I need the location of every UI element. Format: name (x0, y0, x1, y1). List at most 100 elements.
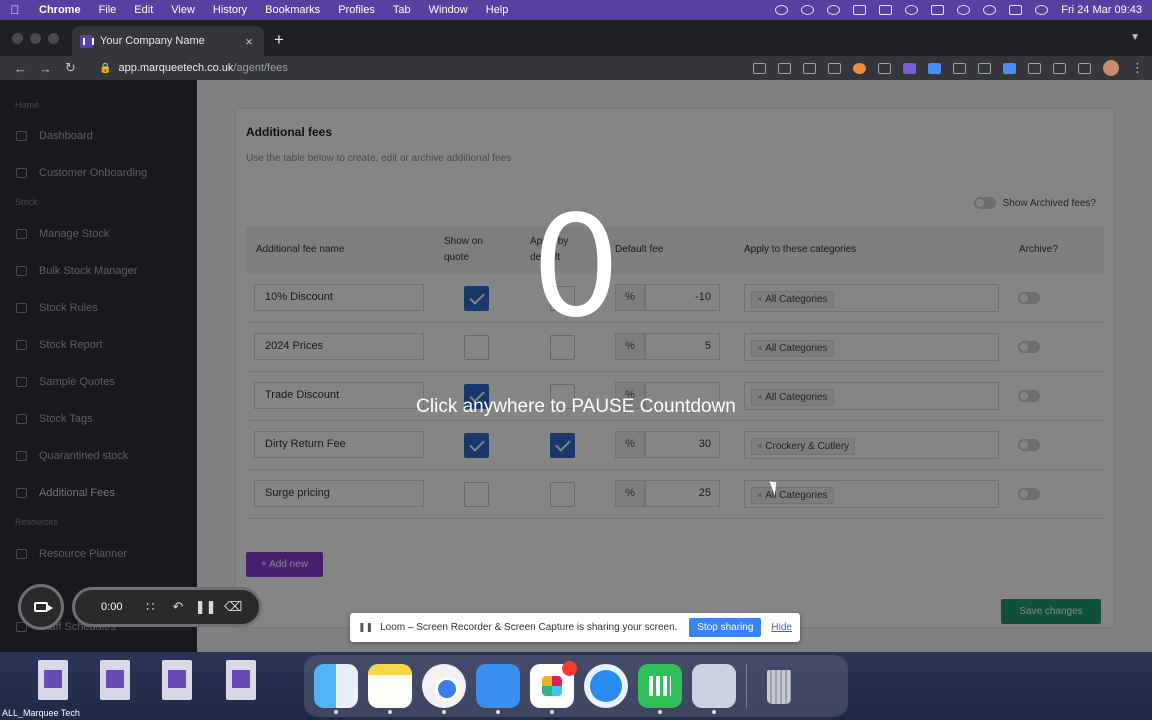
desktop-file-icon[interactable] (162, 660, 192, 700)
menu-window[interactable]: Window (420, 4, 477, 16)
back-button[interactable]: ← (8, 61, 33, 76)
hide-banner-link[interactable]: Hide (771, 622, 792, 633)
zip-extension-icon[interactable] (1003, 62, 1016, 74)
slack-icon[interactable] (530, 661, 577, 714)
stop-sharing-button[interactable]: Stop sharing (689, 618, 762, 637)
loom-control-bar: 0:00 ∷ ↶ ❚❚ ⌫ (72, 587, 262, 627)
zoom-window-button[interactable] (48, 33, 59, 44)
share-icon[interactable] (778, 62, 791, 74)
running-indicator (388, 710, 392, 714)
running-indicator (496, 710, 500, 714)
dock-separator (746, 664, 747, 708)
microphone-icon[interactable] (775, 5, 789, 15)
url-path: /agent/fees (233, 62, 288, 74)
window-controls (12, 33, 59, 44)
loom-camera-button[interactable] (18, 584, 64, 630)
menu-tab[interactable]: Tab (384, 4, 420, 16)
spotlight-search-icon[interactable] (983, 5, 997, 15)
docs-extension-icon[interactable] (928, 62, 941, 74)
extension-icon[interactable] (878, 62, 891, 74)
browser-toolbar: ← → ↻ 🔒 app.marqueetech.co.uk/agent/fees (0, 56, 1152, 80)
trash-icon[interactable]: ⌫ (219, 599, 247, 615)
video-camera-icon (34, 602, 53, 612)
status-icons: Fri 24 Mar 09:43 (775, 4, 1152, 16)
side-panel-icon[interactable] (1078, 62, 1091, 74)
numbers-icon[interactable] (638, 664, 682, 714)
wifi-icon[interactable] (957, 5, 971, 15)
apple-icon[interactable]:  (0, 3, 30, 17)
menu-bar:  Chrome File Edit View History Bookmark… (0, 0, 1152, 20)
keyboard-icon[interactable] (879, 5, 893, 15)
screenshot-extension-icon[interactable] (828, 62, 841, 74)
running-indicator (712, 710, 716, 714)
desktop-file-label: ALL_Marquee Tech (2, 708, 80, 718)
loom-extension-icon[interactable] (903, 62, 916, 74)
menu-edit[interactable]: Edit (125, 4, 162, 16)
bookmark-star-icon[interactable] (803, 62, 816, 74)
menu-help[interactable]: Help (477, 4, 518, 16)
safari-icon[interactable] (584, 664, 628, 708)
color-extension-icon[interactable] (853, 62, 866, 74)
page-viewport: Home Dashboard Customer Onboarding Stock… (0, 80, 1152, 652)
preview-icon[interactable] (692, 664, 736, 714)
battery-icon[interactable] (931, 5, 945, 15)
undo-icon[interactable]: ↶ (164, 599, 192, 615)
countdown-number: 0 (531, 186, 621, 349)
menu-file[interactable]: File (90, 4, 126, 16)
pause-countdown-message[interactable]: Click anywhere to PAUSE Countdown (326, 396, 826, 418)
tab-search-chevron-icon[interactable]: ▼ (1130, 32, 1140, 43)
chrome-icon[interactable] (422, 664, 466, 714)
siri-icon[interactable] (1035, 5, 1049, 15)
running-indicator (334, 710, 338, 714)
loom-status-icon[interactable] (801, 5, 815, 15)
finder-icon[interactable] (314, 664, 358, 714)
chrome-menu-icon[interactable]: ⋮ (1131, 60, 1144, 76)
url-host: app.marqueetech.co.uk (118, 62, 234, 74)
trash-bin-icon[interactable] (757, 664, 801, 708)
menu-bookmarks[interactable]: Bookmarks (256, 4, 329, 16)
dock (304, 655, 848, 717)
keynote-icon[interactable] (476, 664, 520, 714)
forward-button[interactable]: → (33, 61, 58, 76)
sharing-pause-icon: ❚❚ (358, 622, 374, 632)
reading-list-icon[interactable] (1053, 62, 1066, 74)
countdown-overlay[interactable] (0, 80, 1152, 652)
close-window-button[interactable] (12, 33, 23, 44)
camera-blocked-icon[interactable] (753, 62, 766, 74)
menubar-clock[interactable]: Fri 24 Mar 09:43 (1061, 4, 1142, 16)
site-favicon-icon (80, 34, 94, 48)
running-indicator (658, 710, 662, 714)
formula-extension-icon[interactable] (978, 62, 991, 74)
close-tab-icon[interactable]: × (242, 34, 256, 49)
play-icon[interactable] (827, 5, 841, 15)
sharing-message: Loom – Screen Recorder & Screen Capture … (380, 622, 678, 633)
notes-icon[interactable] (368, 664, 412, 714)
desktop:  Chrome File Edit View History Bookmark… (0, 0, 1152, 720)
menu-view[interactable]: View (162, 4, 204, 16)
headphones-icon[interactable] (905, 5, 919, 15)
reload-button[interactable]: ↻ (58, 60, 83, 76)
drawing-tool-icon[interactable]: ∷ (137, 599, 165, 615)
browser-window: Your Company Name × + ▼ ← → ↻ 🔒 app.marq… (0, 20, 1152, 652)
desktop-file-icon[interactable] (226, 660, 256, 700)
extensions-puzzle-icon[interactable] (1028, 62, 1041, 74)
desktop-file-icon[interactable] (100, 660, 130, 700)
toolbar-icons: ⋮ (753, 60, 1144, 76)
browser-tab-active[interactable]: Your Company Name × (72, 26, 264, 56)
pause-icon[interactable]: ❚❚ (192, 599, 220, 615)
menu-app-chrome[interactable]: Chrome (30, 4, 90, 16)
menu-history[interactable]: History (204, 4, 256, 16)
notification-badge (562, 661, 577, 676)
new-tab-button[interactable]: + (274, 26, 284, 56)
minimize-window-button[interactable] (30, 33, 41, 44)
control-center-icon[interactable] (1009, 5, 1023, 15)
menu-profiles[interactable]: Profiles (329, 4, 384, 16)
address-bar[interactable]: 🔒 app.marqueetech.co.uk/agent/fees (89, 58, 719, 78)
running-indicator (550, 710, 554, 714)
screen-mirroring-icon[interactable] (853, 5, 867, 15)
lock-icon[interactable]: 🔒 (99, 63, 111, 74)
calendar-extension-icon[interactable] (953, 62, 966, 74)
profile-avatar[interactable] (1103, 60, 1119, 76)
loom-recorder-controls: 0:00 ∷ ↶ ❚❚ ⌫ (18, 584, 262, 630)
desktop-file-icon[interactable] (38, 660, 68, 700)
